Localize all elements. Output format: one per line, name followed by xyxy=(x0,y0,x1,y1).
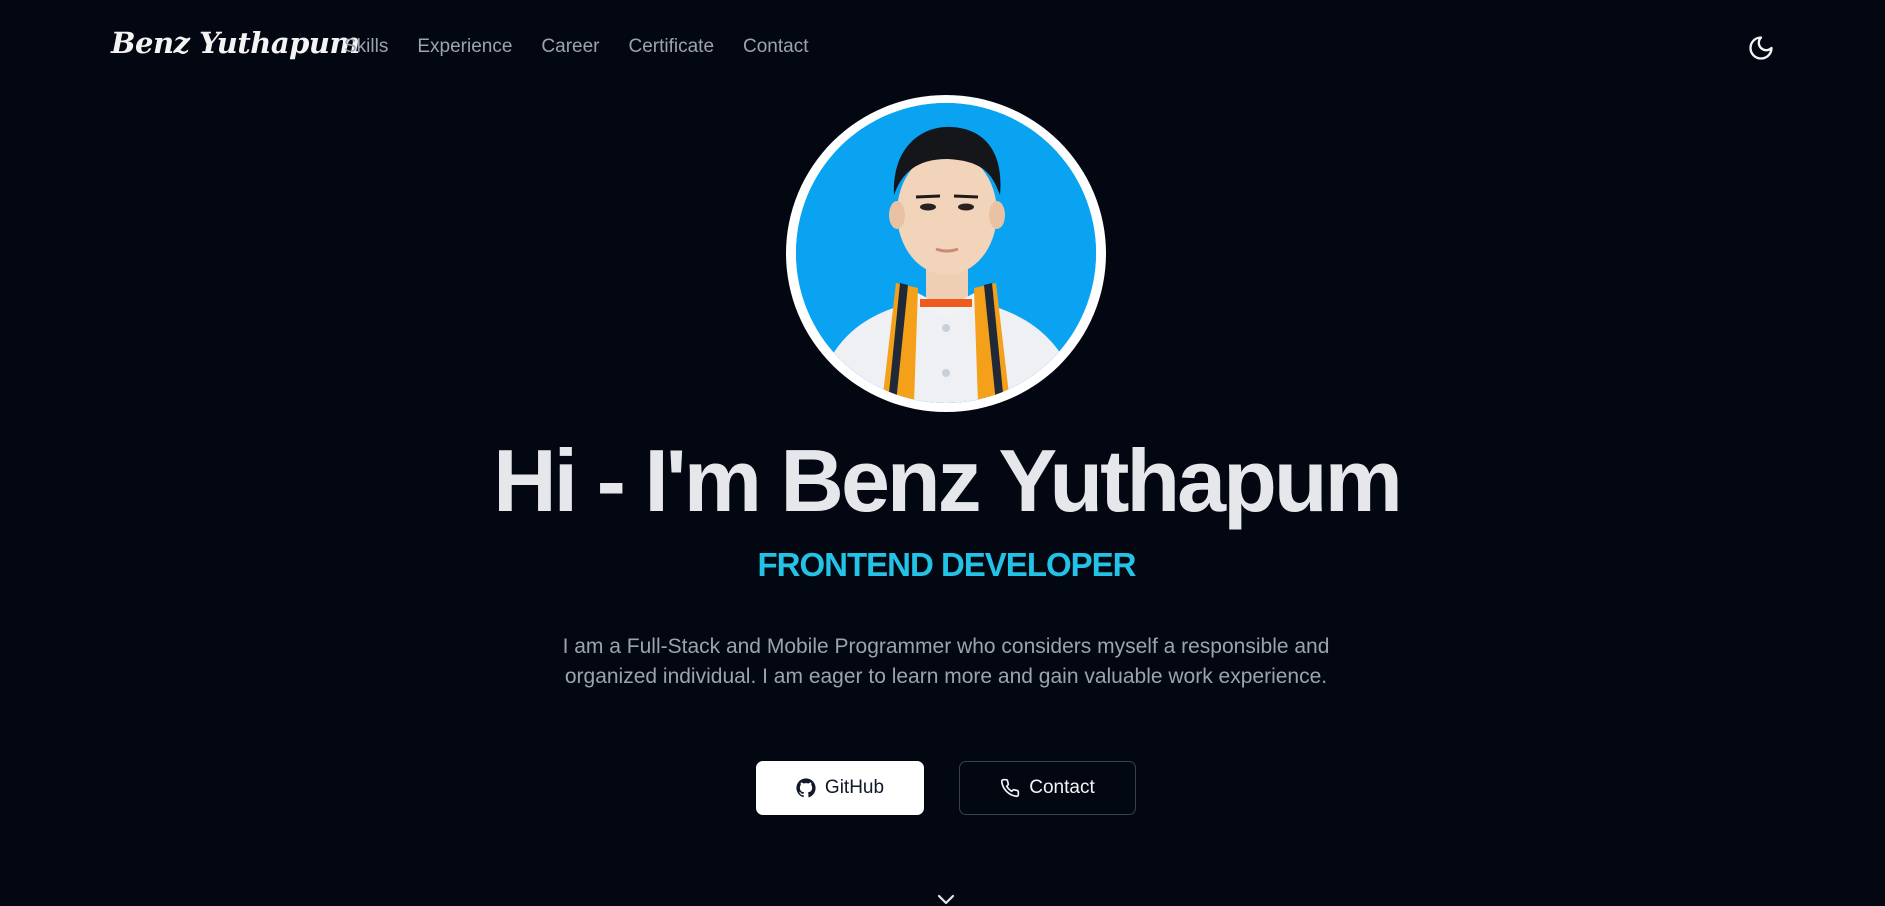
contact-button[interactable]: Contact xyxy=(959,761,1136,815)
hero-role: FRONTEND DEVELOPER xyxy=(757,546,1136,583)
scroll-down-button[interactable] xyxy=(934,888,958,906)
github-button-label: GitHub xyxy=(824,777,885,798)
nav-link-experience[interactable]: Experience xyxy=(417,36,512,58)
hero-title: Hi - I'm Benz Yuthapum xyxy=(493,431,1403,530)
nav-links: Skills Experience Career Certificate Con… xyxy=(344,36,838,58)
nav-link-certificate[interactable]: Certificate xyxy=(628,36,714,58)
page: Benz Yuthapum Skills Experience Career C… xyxy=(0,0,1885,906)
hero-description: I am a Full-Stack and Mobile Programmer … xyxy=(562,635,1330,688)
nav-link-contact[interactable]: Contact xyxy=(743,36,808,58)
chevron-down-icon xyxy=(937,894,955,905)
nav-link-career[interactable]: Career xyxy=(541,36,599,58)
navbar: Benz Yuthapum Skills Experience Career C… xyxy=(0,0,1885,96)
phone-icon xyxy=(1001,778,1020,798)
theme-toggle-button[interactable] xyxy=(1745,32,1777,64)
nav-link-skills[interactable]: Skills xyxy=(344,36,388,58)
avatar xyxy=(796,103,1096,403)
brand-logo[interactable]: Benz Yuthapum xyxy=(111,26,360,60)
contact-button-label: Contact xyxy=(1029,777,1095,798)
github-icon xyxy=(796,778,816,798)
moon-icon xyxy=(1749,36,1773,60)
github-button[interactable]: GitHub xyxy=(756,761,924,815)
profile-photo xyxy=(796,103,1096,403)
avatar-ring xyxy=(786,95,1106,412)
